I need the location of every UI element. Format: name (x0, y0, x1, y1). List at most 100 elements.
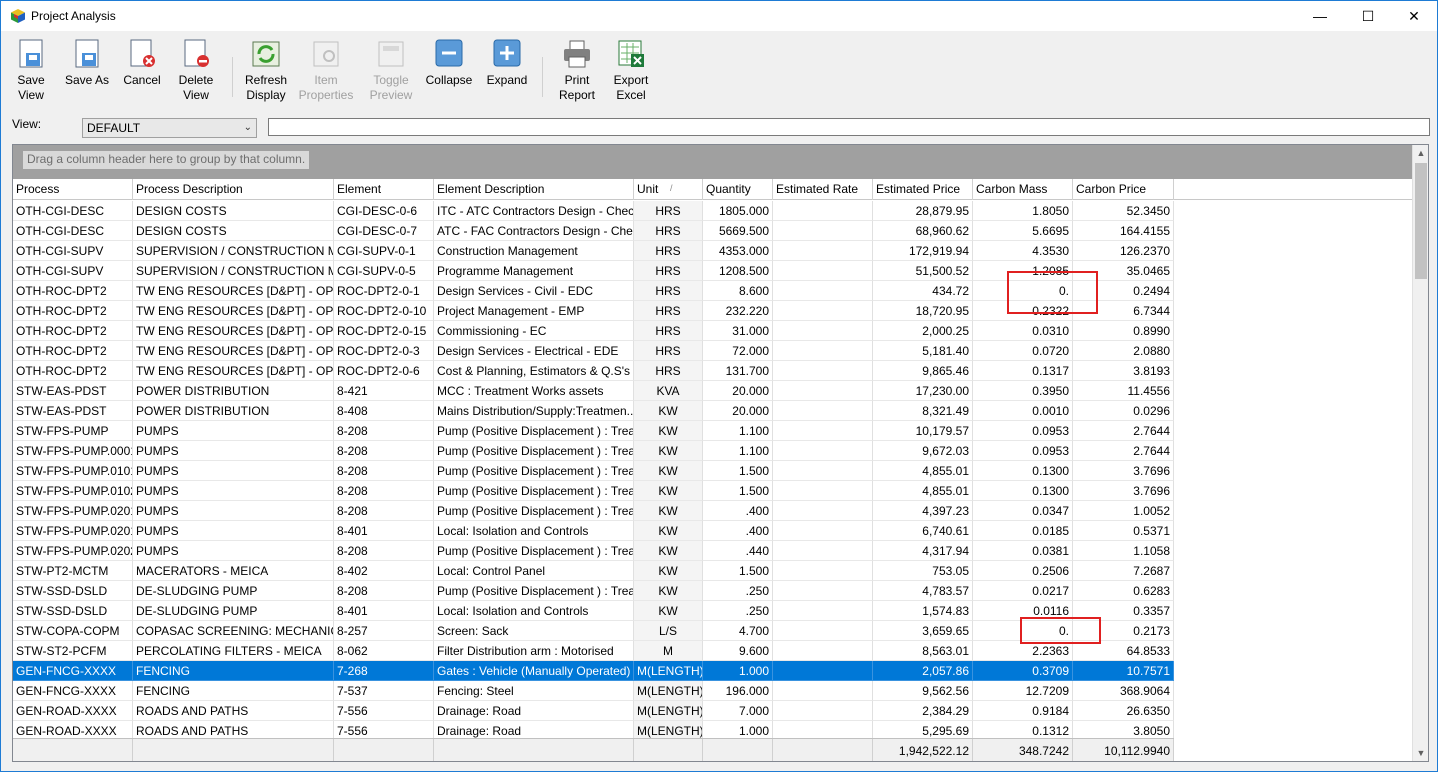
vertical-scrollbar[interactable]: ▲ ▼ (1412, 145, 1428, 761)
table-row[interactable]: STW-FPS-PUMP PUMPS 8-208 Pump (Positive Dis… (13, 421, 1174, 441)
column-header[interactable]: Carbon Mass (973, 179, 1073, 200)
table-cell: 0.6283 (1073, 581, 1174, 601)
table-row[interactable]: STW-FPS-PUMP.0201 PUMPS 8-401 Local: Isolat… (13, 521, 1174, 541)
save-view-button[interactable]: Save View (1, 39, 61, 103)
table-cell: 11.4556 (1073, 381, 1174, 401)
table-row[interactable]: OTH-CGI-DESC DESIGN COSTS CGI-DESC-0-6 ITC … (13, 201, 1174, 221)
table-row[interactable]: STW-ST2-PCFM PERCOLATING FILTERS - MEICA 8… (13, 641, 1174, 661)
table-row[interactable]: OTH-ROC-DPT2 TW ENG RESOURCES [D&PT] - OP… (13, 301, 1174, 321)
toggle-preview-button[interactable]: Toggle Preview (361, 39, 421, 103)
table-row[interactable]: OTH-CGI-DESC DESIGN COSTS CGI-DESC-0-7 ATC … (13, 221, 1174, 241)
table-cell (773, 461, 873, 481)
column-header[interactable]: Process (13, 179, 133, 200)
table-cell: 26.6350 (1073, 701, 1174, 721)
table-cell: 4353.000 (703, 241, 773, 261)
table-row[interactable]: GEN-FNCG-XXXX FENCING 7-537 Fencing: Steel M… (13, 681, 1174, 701)
column-header[interactable]: Carbon Price (1073, 179, 1174, 200)
table-cell: GEN-FNCG-XXXX (13, 661, 133, 681)
table-row[interactable]: STW-FPS-PUMP.0202 PUMPS 8-208 Pump (Positiv… (13, 541, 1174, 561)
table-row[interactable]: STW-EAS-PDST POWER DISTRIBUTION 8-421 MCC :… (13, 381, 1174, 401)
table-row[interactable]: STW-EAS-PDST POWER DISTRIBUTION 8-408 Mains… (13, 401, 1174, 421)
table-cell: 4,855.01 (873, 461, 973, 481)
table-row[interactable]: STW-FPS-PUMP.0102 PUMPS 8-208 Pump (Positiv… (13, 481, 1174, 501)
table-cell: OTH-CGI-SUPV (13, 261, 133, 281)
column-header[interactable]: Quantity (703, 179, 773, 200)
column-header[interactable]: Element Description (434, 179, 634, 200)
table-row[interactable]: GEN-ROAD-XXXX ROADS AND PATHS 7-556 Drainag… (13, 701, 1174, 721)
maximize-button[interactable]: ☐ (1345, 1, 1391, 31)
table-row[interactable]: STW-PT2-MCTM MACERATORS - MEICA 8-402 Local… (13, 561, 1174, 581)
table-row[interactable]: OTH-ROC-DPT2 TW ENG RESOURCES [D&PT] - OP… (13, 361, 1174, 381)
table-cell: Screen: Sack (434, 621, 634, 641)
table-row[interactable]: OTH-ROC-DPT2 TW ENG RESOURCES [D&PT] - OP… (13, 341, 1174, 361)
table-cell: 64.8533 (1073, 641, 1174, 661)
scroll-up-icon[interactable]: ▲ (1413, 145, 1428, 161)
table-cell (773, 221, 873, 241)
scroll-thumb[interactable] (1415, 163, 1427, 279)
toolbar: Save View Save As Cancel Delete View Ref… (1, 31, 1437, 111)
expand-button[interactable]: Expand (477, 39, 537, 88)
table-cell: 8-208 (334, 441, 434, 461)
table-cell: 4,397.23 (873, 501, 973, 521)
table-cell: 1.8050 (973, 201, 1073, 221)
column-header[interactable]: Unit / (634, 179, 703, 200)
table-cell: ROC-DPT2-0-1 (334, 281, 434, 301)
scroll-down-icon[interactable]: ▼ (1413, 745, 1428, 761)
save-as-button[interactable]: Save As (57, 39, 117, 88)
delete-view-button[interactable]: Delete View (166, 39, 226, 103)
table-cell (773, 421, 873, 441)
export-excel-button[interactable]: Export Excel (601, 39, 661, 103)
table-cell: Cost & Planning, Estimators & Q.S's ... (434, 361, 634, 381)
close-button[interactable]: ✕ (1391, 1, 1437, 31)
table-row[interactable]: GEN-FNCG-XXXX FENCING 7-268 Gates : Vehicle… (13, 661, 1174, 681)
table-cell: 2,000.25 (873, 321, 973, 341)
table-cell: HRS (634, 301, 703, 321)
minimize-button[interactable]: — (1297, 1, 1343, 31)
collapse-button[interactable]: Collapse (419, 39, 479, 88)
view-text-field[interactable] (268, 118, 1430, 136)
column-header[interactable]: Element (334, 179, 434, 200)
table-cell: 12.7209 (973, 681, 1073, 701)
view-select[interactable]: DEFAULT ⌄ (82, 118, 257, 138)
table-cell: 172,919.94 (873, 241, 973, 261)
view-select-value: DEFAULT (87, 121, 141, 135)
table-cell: Pump (Positive Displacement ) : Treat... (434, 461, 634, 481)
table-cell: 2.2363 (973, 641, 1073, 661)
app-cube-icon (11, 9, 25, 23)
table-row[interactable]: STW-FPS-PUMP.0201 PUMPS 8-208 Pump (Positiv… (13, 501, 1174, 521)
table-cell: POWER DISTRIBUTION (133, 401, 334, 421)
table-row[interactable]: STW-SSD-DSLD DE-SLUDGING PUMP 8-401 Local: … (13, 601, 1174, 621)
table-row[interactable]: OTH-CGI-SUPV SUPERVISION / CONSTRUCTION M… (13, 261, 1174, 281)
table-cell: 8-401 (334, 601, 434, 621)
column-header[interactable]: Estimated Price (873, 179, 973, 200)
print-report-button[interactable]: Print Report (547, 39, 607, 103)
total-cell: 1,942,522.12 (873, 739, 973, 761)
table-cell: 0.9184 (973, 701, 1073, 721)
table-cell: 7.2687 (1073, 561, 1174, 581)
table-cell: M(LENGTH) (634, 661, 703, 681)
column-header[interactable]: Process Description (133, 179, 334, 200)
group-by-area[interactable]: Drag a column header here to group by th… (13, 145, 1412, 179)
table-row[interactable]: STW-SSD-DSLD DE-SLUDGING PUMP 8-208 Pump (P… (13, 581, 1174, 601)
table-row[interactable]: OTH-ROC-DPT2 TW ENG RESOURCES [D&PT] - OP… (13, 281, 1174, 301)
table-cell: Project Management - EMP (434, 301, 634, 321)
table-row[interactable]: STW-FPS-PUMP.0001 PUMPS 8-208 Pump (Positiv… (13, 441, 1174, 461)
table-cell: 3.7696 (1073, 481, 1174, 501)
table-cell: STW-FPS-PUMP.0001 (13, 441, 133, 461)
table-cell: OTH-ROC-DPT2 (13, 341, 133, 361)
table-cell: 0.0185 (973, 521, 1073, 541)
column-header[interactable]: Estimated Rate (773, 179, 873, 200)
table-cell: TW ENG RESOURCES [D&PT] - OPC2 (133, 361, 334, 381)
table-row[interactable]: OTH-ROC-DPT2 TW ENG RESOURCES [D&PT] - OP… (13, 321, 1174, 341)
table-cell: KW (634, 521, 703, 541)
refresh-display-button[interactable]: Refresh Display (236, 39, 296, 103)
table-row[interactable]: STW-FPS-PUMP.0101 PUMPS 8-208 Pump (Positiv… (13, 461, 1174, 481)
export-excel-label: Export Excel (613, 73, 649, 102)
table-cell: OTH-CGI-DESC (13, 221, 133, 241)
item-properties-button[interactable]: Item Properties (296, 39, 356, 103)
table-row[interactable]: STW-COPA-COPM COPASAC SCREENING: MECHANIC… (13, 621, 1174, 641)
table-cell: 6,740.61 (873, 521, 973, 541)
cancel-button[interactable]: Cancel (112, 39, 172, 88)
table-cell: 8.600 (703, 281, 773, 301)
table-row[interactable]: OTH-CGI-SUPV SUPERVISION / CONSTRUCTION M… (13, 241, 1174, 261)
